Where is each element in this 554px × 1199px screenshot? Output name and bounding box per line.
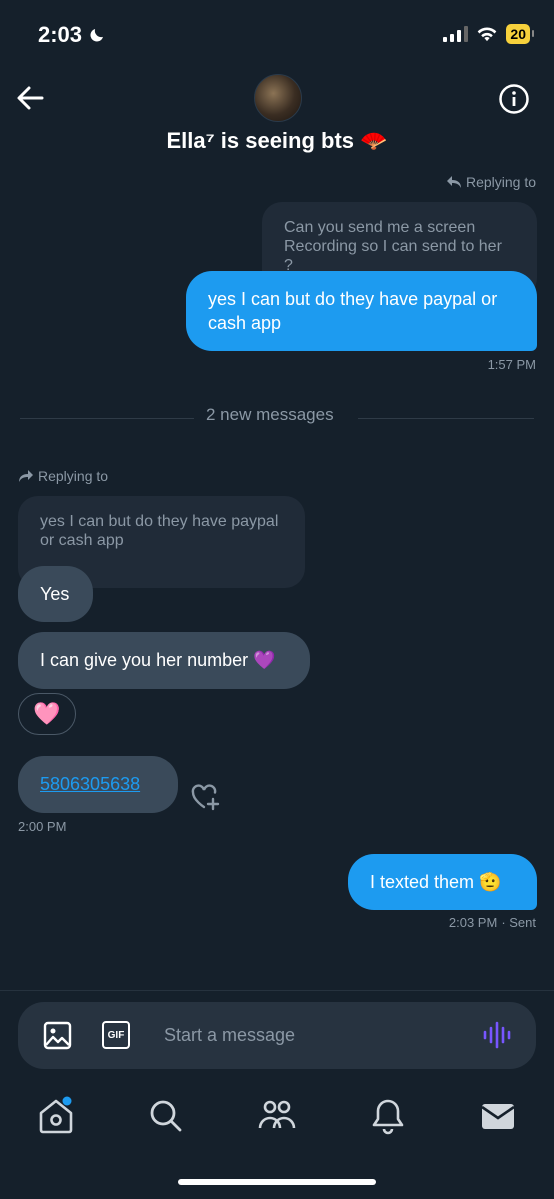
message-timestamp: 2:00 PM xyxy=(18,819,67,834)
voice-message-icon[interactable] xyxy=(482,1020,512,1050)
message-status: 2:03 PM · Sent xyxy=(449,915,536,930)
divider-line xyxy=(358,418,534,419)
wifi-icon xyxy=(478,27,497,42)
home-indicator xyxy=(178,1179,376,1185)
forward-reply-icon xyxy=(19,470,33,482)
back-arrow-icon[interactable] xyxy=(14,84,46,112)
received-message-bubble[interactable]: I can give you her number 💜 xyxy=(18,632,310,689)
info-icon[interactable] xyxy=(498,83,530,115)
conversation-title[interactable]: Ella⁷ is seeing bts 🪭 xyxy=(0,128,554,154)
sent-message-bubble[interactable]: yes I can but do they have paypal or cas… xyxy=(186,271,537,351)
reply-icon xyxy=(446,176,461,188)
received-message-bubble[interactable]: Yes xyxy=(18,566,93,622)
replying-to-label: Replying to xyxy=(18,468,108,484)
replying-to-text: Replying to xyxy=(465,174,536,190)
received-message-bubble[interactable]: 5806305638 xyxy=(18,756,178,813)
gif-button[interactable]: GIF xyxy=(102,1021,130,1049)
image-icon[interactable] xyxy=(43,1021,72,1050)
signal-icon xyxy=(443,26,469,42)
sent-status: · Sent xyxy=(501,915,536,930)
phone-number-link[interactable]: 5806305638 xyxy=(40,774,140,794)
replying-to-text: Replying to xyxy=(38,468,109,484)
reaction-badge[interactable]: 🩷 xyxy=(18,693,76,735)
status-time: 2:03 xyxy=(38,22,106,48)
notifications-icon[interactable] xyxy=(368,1096,408,1136)
new-messages-divider: 2 new messages xyxy=(206,405,334,424)
search-icon[interactable] xyxy=(146,1096,186,1136)
replying-to-label: Replying to xyxy=(446,174,536,190)
add-reaction-icon[interactable] xyxy=(191,783,223,811)
moon-icon xyxy=(90,29,104,42)
messages-icon[interactable] xyxy=(478,1096,518,1136)
avatar[interactable] xyxy=(254,74,302,122)
message-timestamp: 1:57 PM xyxy=(487,357,536,372)
gif-label: GIF xyxy=(107,1029,125,1041)
divider-line xyxy=(20,418,194,419)
message-timestamp: 2:03 PM xyxy=(448,915,498,930)
home-icon[interactable] xyxy=(36,1096,76,1136)
sent-message-bubble[interactable]: I texted them 🫡 xyxy=(348,854,537,910)
message-input[interactable]: Start a message xyxy=(164,1025,295,1046)
composer-separator xyxy=(0,990,554,991)
status-indicators: 20 xyxy=(443,24,534,44)
status-time-text: 2:03 xyxy=(38,22,83,47)
communities-icon[interactable] xyxy=(257,1096,297,1136)
battery-indicator: 20 xyxy=(506,24,534,44)
